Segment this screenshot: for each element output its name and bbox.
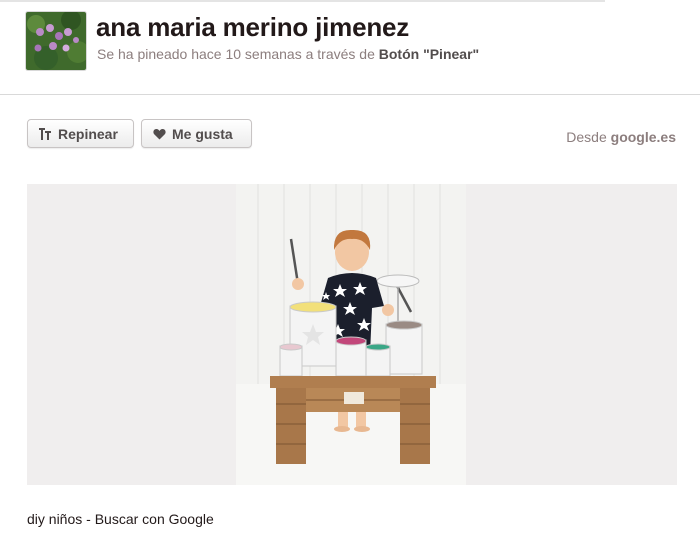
heart-icon [153, 128, 166, 140]
repin-label: Repinear [58, 125, 118, 142]
header-divider [0, 94, 700, 95]
source-domain-link[interactable]: google.es [611, 129, 676, 145]
pin-image[interactable] [236, 184, 466, 485]
pinner-name[interactable]: ana maria merino jimenez [96, 12, 409, 43]
pinned-via-link[interactable]: Botón "Pinear" [379, 46, 479, 62]
source-prefix: Desde [566, 129, 607, 145]
pin-caption: diy niños - Buscar con Google [27, 511, 214, 527]
pin-source: Desde google.es [566, 129, 676, 145]
pin-meta: Se ha pineado hace 10 semanas a través d… [97, 46, 479, 62]
like-button[interactable]: Me gusta [141, 119, 252, 148]
pushpin-icon [39, 127, 52, 141]
like-label: Me gusta [172, 125, 233, 142]
repin-button[interactable]: Repinear [27, 119, 134, 148]
user-avatar[interactable] [26, 12, 86, 70]
top-divider [0, 0, 605, 2]
pinned-time-text: Se ha pineado hace 10 semanas a través d… [97, 46, 375, 62]
